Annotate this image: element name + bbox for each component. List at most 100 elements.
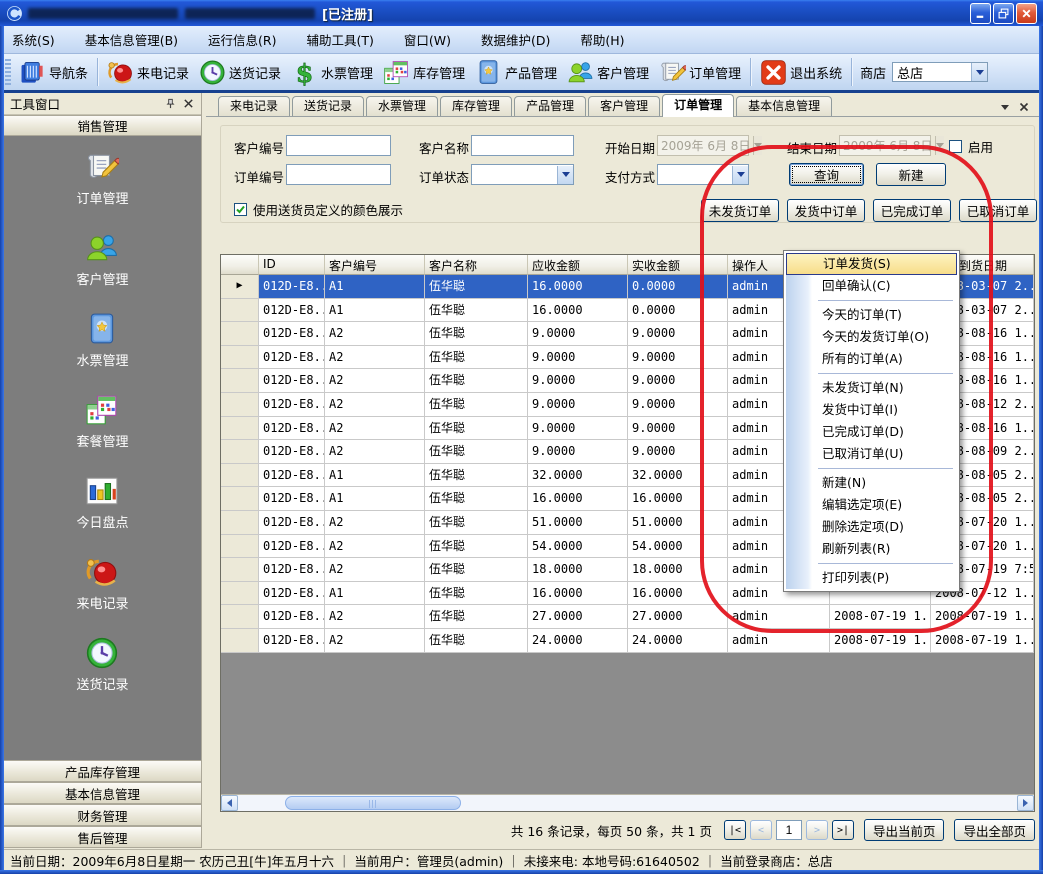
minimize-button[interactable] bbox=[970, 3, 991, 24]
row-selector-cell[interactable] bbox=[221, 464, 259, 488]
row-selector-cell[interactable] bbox=[221, 487, 259, 511]
context-menu-item[interactable]: 今天的订单(T) bbox=[786, 304, 957, 326]
sidebar-close-icon[interactable] bbox=[181, 97, 195, 111]
toolbar-button[interactable]: 来电记录 bbox=[102, 57, 194, 88]
sidebar-group-button[interactable]: 产品库存管理 bbox=[4, 760, 201, 782]
first-page-button[interactable]: |< bbox=[724, 820, 746, 840]
menubar-item[interactable]: 基本信息管理(B) bbox=[83, 28, 180, 51]
order-no-input[interactable] bbox=[286, 164, 391, 185]
exit-system-button[interactable]: 退出系统 bbox=[755, 57, 847, 88]
context-menu-item[interactable]: 删除选定项(D) bbox=[786, 516, 957, 538]
context-menu-item[interactable]: 编辑选定项(E) bbox=[786, 494, 957, 516]
tab-close-icon[interactable] bbox=[1019, 102, 1029, 112]
toolbar-button[interactable]: 库存管理 bbox=[378, 57, 470, 88]
context-menu-item[interactable]: 订单发货(S) bbox=[786, 253, 957, 275]
header-customer-name[interactable]: 客户名称 bbox=[425, 255, 528, 275]
row-selector-cell[interactable] bbox=[221, 369, 259, 393]
start-date-picker[interactable]: 2009年 6月 8日 bbox=[657, 135, 749, 156]
row-selector-cell[interactable] bbox=[221, 605, 259, 629]
order-status-arrow[interactable] bbox=[557, 166, 573, 184]
row-selector-cell[interactable] bbox=[221, 535, 259, 559]
sidebar-group-button[interactable]: 售后管理 bbox=[4, 826, 201, 848]
menubar-item[interactable]: 运行信息(R) bbox=[206, 28, 278, 51]
horizontal-scrollbar[interactable] bbox=[221, 794, 1034, 811]
context-menu-item[interactable]: 已完成订单(D) bbox=[786, 421, 957, 443]
header-received[interactable]: 实收金额 bbox=[628, 255, 728, 275]
menubar-item[interactable]: 辅助工具(T) bbox=[305, 28, 376, 51]
pay-method-arrow[interactable] bbox=[732, 166, 748, 184]
toolbar-button[interactable]: 产品管理 bbox=[470, 57, 562, 88]
customer-no-input[interactable] bbox=[286, 135, 391, 156]
header-id[interactable]: ID bbox=[259, 255, 325, 275]
sidebar-group-sales[interactable]: 销售管理 bbox=[4, 115, 201, 136]
sidebar-item[interactable]: 来电记录 bbox=[76, 555, 128, 612]
table-row[interactable]: 012D-E8... A2 伍华聪 27.0000 27.0000 admin … bbox=[221, 605, 1034, 629]
row-selector-cell[interactable] bbox=[221, 299, 259, 323]
context-menu-item[interactable]: 新建(N) bbox=[786, 472, 957, 494]
new-button[interactable]: 新建 bbox=[876, 163, 946, 186]
context-menu-item[interactable]: 发货中订单(I) bbox=[786, 399, 957, 421]
start-date-arrow[interactable] bbox=[753, 136, 762, 155]
tab[interactable]: 基本信息管理 bbox=[736, 96, 832, 116]
customer-name-input[interactable] bbox=[471, 135, 574, 156]
sidebar-item[interactable]: 订单管理 bbox=[76, 150, 128, 207]
menubar-item[interactable]: 帮助(H) bbox=[578, 28, 626, 51]
tab[interactable]: 订单管理 bbox=[662, 94, 734, 117]
last-page-button[interactable]: >| bbox=[832, 820, 854, 840]
tab[interactable]: 产品管理 bbox=[514, 96, 586, 116]
end-date-picker[interactable]: 2009年 6月 8日 bbox=[839, 135, 931, 156]
context-menu-item[interactable]: 所有的订单(A) bbox=[786, 348, 957, 370]
restore-button[interactable] bbox=[993, 3, 1014, 24]
sidebar-item[interactable]: 今日盘点 bbox=[76, 474, 128, 531]
toolbar-button[interactable]: 客户管理 bbox=[562, 57, 654, 88]
menubar-item[interactable]: 系统(S) bbox=[10, 28, 57, 51]
sidebar-item[interactable]: 送货记录 bbox=[76, 636, 128, 693]
tab-list-dropdown-icon[interactable] bbox=[1001, 105, 1009, 110]
scroll-right-arrow[interactable] bbox=[1017, 795, 1034, 811]
shop-combobox-arrow[interactable] bbox=[971, 63, 987, 81]
context-menu-item[interactable]: 已取消订单(U) bbox=[786, 443, 957, 465]
export-current-page-button[interactable]: 导出当前页 bbox=[864, 819, 945, 841]
tab[interactable]: 库存管理 bbox=[440, 96, 512, 116]
toolbar-grip[interactable] bbox=[5, 59, 11, 85]
status-filter-button[interactable]: 未发货订单 bbox=[701, 199, 779, 222]
toolbar-button[interactable]: $ 水票管理 bbox=[286, 57, 378, 88]
tab[interactable]: 送货记录 bbox=[292, 96, 364, 116]
status-filter-button[interactable]: 已取消订单 bbox=[959, 199, 1037, 222]
tab[interactable]: 客户管理 bbox=[588, 96, 660, 116]
pay-method-combobox[interactable] bbox=[657, 164, 749, 185]
row-selector-cell[interactable] bbox=[221, 393, 259, 417]
row-selector-cell[interactable] bbox=[221, 346, 259, 370]
enable-checkbox[interactable] bbox=[949, 140, 962, 153]
status-filter-button[interactable]: 已完成订单 bbox=[873, 199, 951, 222]
row-selector-cell[interactable] bbox=[221, 582, 259, 606]
menubar-item[interactable]: 数据维护(D) bbox=[479, 28, 552, 51]
export-all-pages-button[interactable]: 导出全部页 bbox=[954, 819, 1035, 841]
sidebar-item[interactable]: 水票管理 bbox=[76, 312, 128, 369]
toolbar-button[interactable]: 订单管理 bbox=[654, 57, 746, 88]
context-menu-item[interactable]: 刷新列表(R) bbox=[786, 538, 957, 560]
context-menu-item[interactable]: 打印列表(P) bbox=[786, 567, 957, 589]
tab[interactable]: 来电记录 bbox=[218, 96, 290, 116]
end-date-arrow[interactable] bbox=[935, 136, 944, 155]
row-selector-cell[interactable] bbox=[221, 629, 259, 653]
sidebar-item[interactable]: 客户管理 bbox=[76, 231, 128, 288]
header-customer-no[interactable]: 客户编号 bbox=[325, 255, 425, 275]
row-selector-cell[interactable] bbox=[221, 322, 259, 346]
status-filter-button[interactable]: 发货中订单 bbox=[787, 199, 865, 222]
row-selector-cell[interactable] bbox=[221, 440, 259, 464]
tab[interactable]: 水票管理 bbox=[366, 96, 438, 116]
sidebar-group-button[interactable]: 基本信息管理 bbox=[4, 782, 201, 804]
scroll-left-arrow[interactable] bbox=[221, 795, 238, 811]
query-button[interactable]: 查询 bbox=[789, 163, 864, 186]
shop-combobox[interactable]: 总店 bbox=[892, 62, 988, 82]
next-page-button[interactable]: > bbox=[806, 820, 828, 840]
pin-icon[interactable] bbox=[163, 97, 177, 111]
row-selector-cell[interactable] bbox=[221, 417, 259, 441]
context-menu-item[interactable]: 回单确认(C) bbox=[786, 275, 957, 297]
toolbar-button[interactable]: 送货记录 bbox=[194, 57, 286, 88]
scrollbar-thumb[interactable] bbox=[285, 796, 461, 810]
row-selector-cell[interactable] bbox=[221, 511, 259, 535]
sidebar-group-button[interactable]: 财务管理 bbox=[4, 804, 201, 826]
row-selector-cell[interactable] bbox=[221, 558, 259, 582]
